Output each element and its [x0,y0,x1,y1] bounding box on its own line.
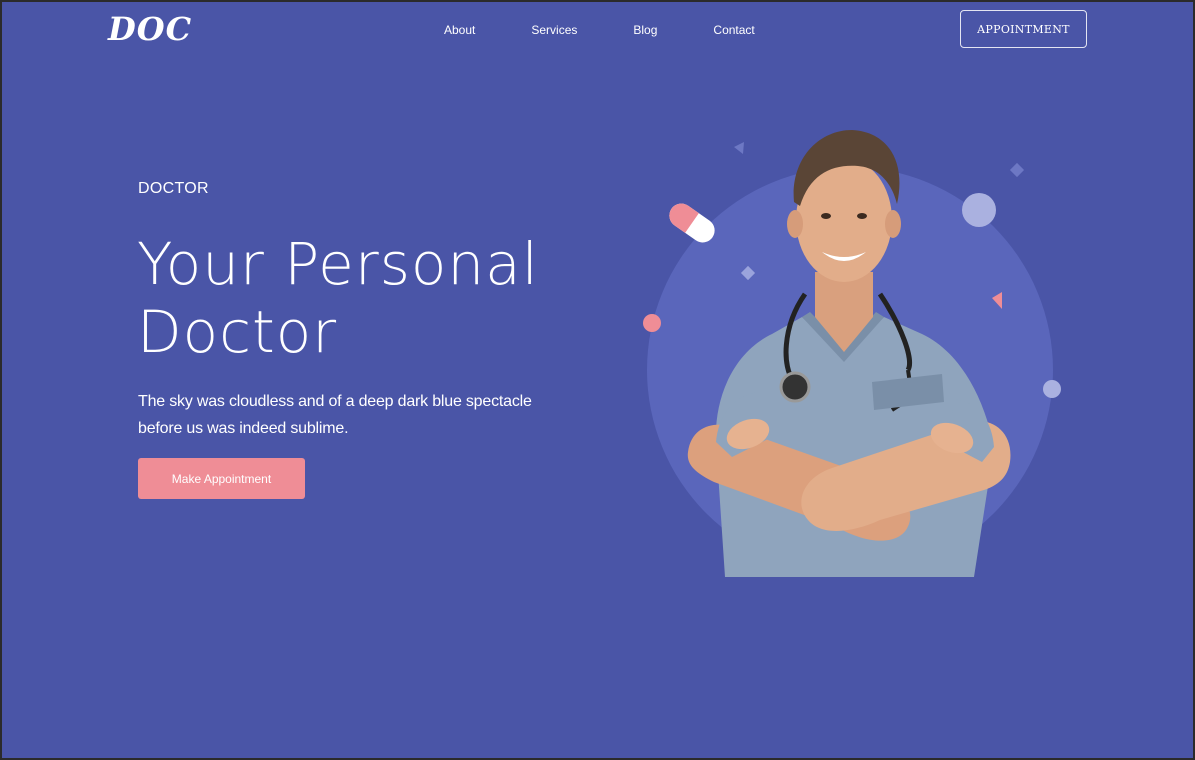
main-nav: About Services Blog Contact [444,22,755,38]
nav-services[interactable]: Services [531,22,577,38]
hero-subtitle-line-2: before us was indeed sublime. [138,420,349,437]
appointment-button[interactable]: APPOINTMENT [960,10,1087,48]
hero-title: Your Personal Doctor [137,230,607,366]
nav-blog[interactable]: Blog [633,22,657,38]
hero-title-line-1: Your Personal [137,230,539,298]
logo[interactable]: DOC [108,10,192,48]
make-appointment-button[interactable]: Make Appointment [138,458,305,499]
nav-about[interactable]: About [444,22,475,38]
hero-subtitle: The sky was cloudless and of a deep dark… [138,388,558,442]
hero-illustration [643,130,1061,577]
hero-title-line-2: Doctor [137,298,338,366]
diamond-decoration [1009,162,1025,178]
triangle-decoration [734,142,744,154]
nav-contact[interactable]: Contact [713,22,754,38]
circle-decoration [1043,380,1061,398]
hero-subtitle-line-1: The sky was cloudless and of a deep dark… [138,393,532,410]
circle-decoration [962,193,996,227]
circle-decoration [643,314,661,332]
hero-eyebrow: DOCTOR [138,180,209,197]
page: DOC About Services Blog Contact APPOINTM… [2,2,1193,758]
